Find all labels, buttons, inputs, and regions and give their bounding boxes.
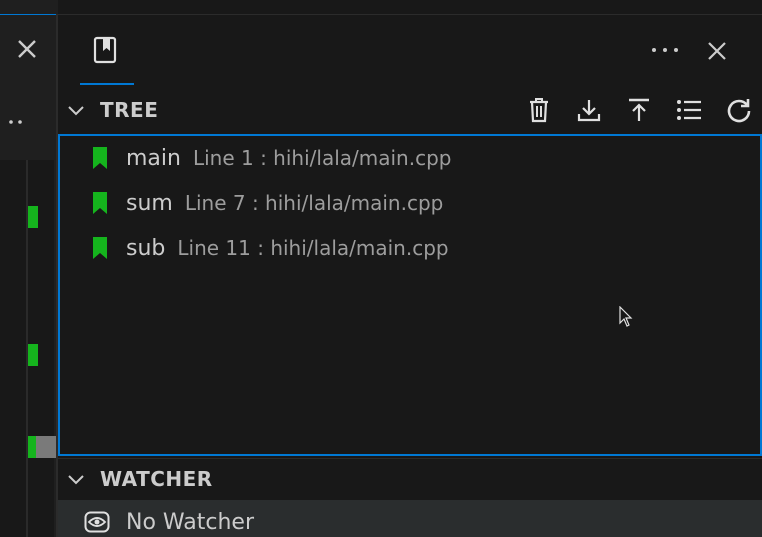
active-tab-indicator <box>80 83 134 85</box>
panel-tabbar <box>58 14 762 86</box>
bookmark-icon <box>93 192 107 214</box>
tree-section-header[interactable]: TREE <box>58 90 762 130</box>
editor-edge <box>0 0 58 537</box>
watcher-section-title: WATCHER <box>100 466 213 491</box>
bookmark-book-icon[interactable] <box>92 35 118 65</box>
close-icon[interactable] <box>705 39 729 63</box>
upload-icon[interactable] <box>624 95 654 125</box>
tree-item-name: sub <box>126 235 166 261</box>
tree-toolbar <box>504 90 754 130</box>
close-icon[interactable] <box>14 36 40 62</box>
download-icon[interactable] <box>574 95 604 125</box>
chevron-down-icon <box>68 474 84 484</box>
watcher-empty-label: No Watcher <box>126 509 254 535</box>
tree-item-location: Line 1 : hihi/lala/main.cpp <box>192 146 452 170</box>
bookmark-icon <box>93 237 107 259</box>
ellipsis-icon[interactable] <box>6 112 26 132</box>
ellipsis-icon[interactable] <box>648 39 682 61</box>
panel-top-band <box>58 0 762 14</box>
bookmark-icon <box>93 147 107 169</box>
eye-icon <box>84 511 110 533</box>
tree-item-sub[interactable]: sub Line 11 : hihi/lala/main.cpp <box>60 226 760 270</box>
list-icon[interactable] <box>674 95 704 125</box>
trash-icon[interactable] <box>524 95 554 125</box>
tree-item-location: Line 7 : hihi/lala/main.cpp <box>184 191 444 215</box>
refresh-icon[interactable] <box>724 95 754 125</box>
tree-item-sum[interactable]: sum Line 7 : hihi/lala/main.cpp <box>60 181 760 225</box>
minimap-bookmark-mark <box>28 344 38 366</box>
side-panel: TREE main Line 1: hihi/lala/main.cpp su… <box>58 0 762 537</box>
watcher-section-header[interactable]: WATCHER <box>58 458 762 498</box>
chevron-down-icon <box>68 106 84 116</box>
tree-item-location: Line 11 : hihi/lala/main.cpp <box>177 236 449 260</box>
mouse-cursor-icon <box>619 306 633 327</box>
tree-item-name: sum <box>126 190 173 216</box>
tree-section-title: TREE <box>100 98 159 122</box>
tree-item-main[interactable]: main Line 1 : hihi/lala/main.cpp <box>60 136 760 180</box>
minimap-bookmark-mark <box>28 206 38 228</box>
tree-item-name: main <box>126 145 181 171</box>
minimap-slider[interactable] <box>36 436 56 458</box>
tree-view[interactable]: main Line 1 : hihi/lala/main.cpp sum Lin… <box>58 134 762 456</box>
watcher-empty-item[interactable]: No Watcher <box>58 500 762 537</box>
